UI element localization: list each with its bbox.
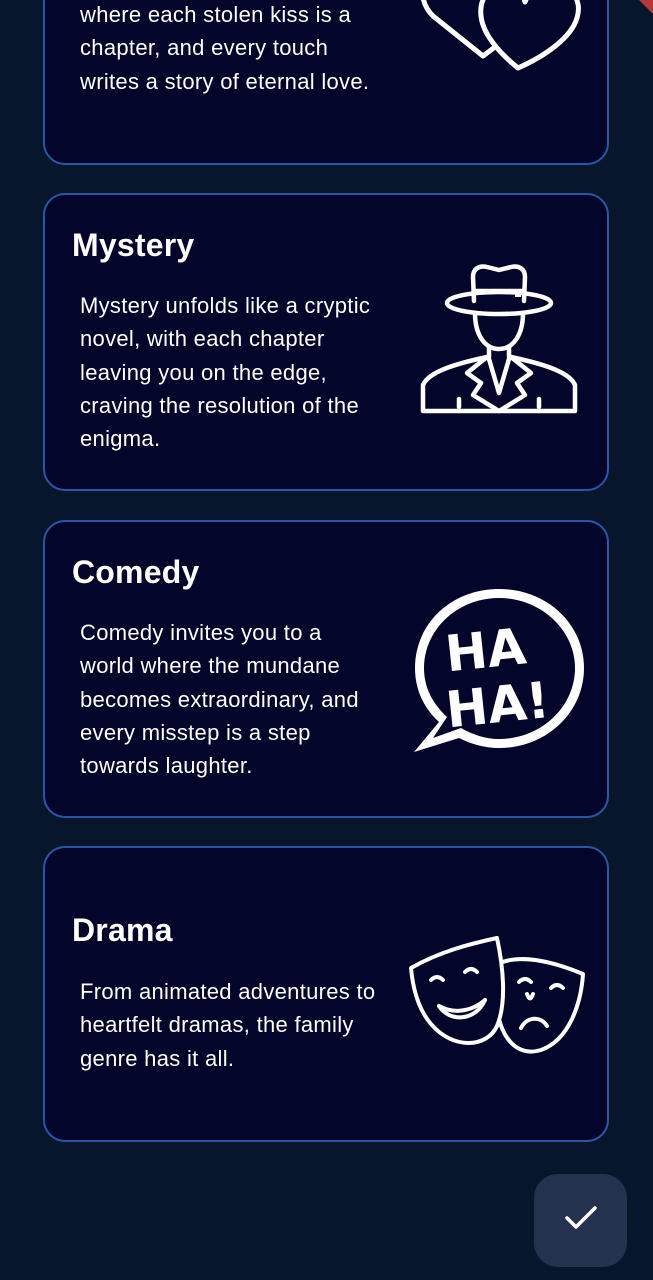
hearts-icon <box>413 0 585 76</box>
corner-flag <box>639 0 653 14</box>
genre-description: Comedy invites you to a world where the … <box>80 620 359 779</box>
detective-icon <box>419 261 579 423</box>
haha-speech-bubble-icon: HA HA! <box>411 586 587 754</box>
genre-card-romance[interactable]: where each stolen kiss is a chapter, and… <box>43 0 609 165</box>
genre-description: Mystery unfolds like a cryptic novel, wi… <box>80 293 371 452</box>
genre-description: where each stolen kiss is a chapter, and… <box>80 2 370 94</box>
genre-title: Drama <box>72 912 173 948</box>
genre-title: Mystery <box>72 227 195 263</box>
theater-masks-icon <box>409 934 585 1058</box>
genre-card-drama[interactable]: Drama From animated adventures to heartf… <box>43 846 609 1142</box>
genre-card-comedy[interactable]: Comedy Comedy invites you to a world whe… <box>43 520 609 818</box>
genre-title: Comedy <box>72 554 200 590</box>
checkmark-icon <box>564 1205 598 1236</box>
genre-description: From animated adventures to heartfelt dr… <box>80 979 376 1071</box>
confirm-button[interactable] <box>534 1174 627 1267</box>
genre-card-mystery[interactable]: Mystery Mystery unfolds like a cryptic n… <box>43 193 609 491</box>
svg-text:HA!: HA! <box>443 671 552 739</box>
